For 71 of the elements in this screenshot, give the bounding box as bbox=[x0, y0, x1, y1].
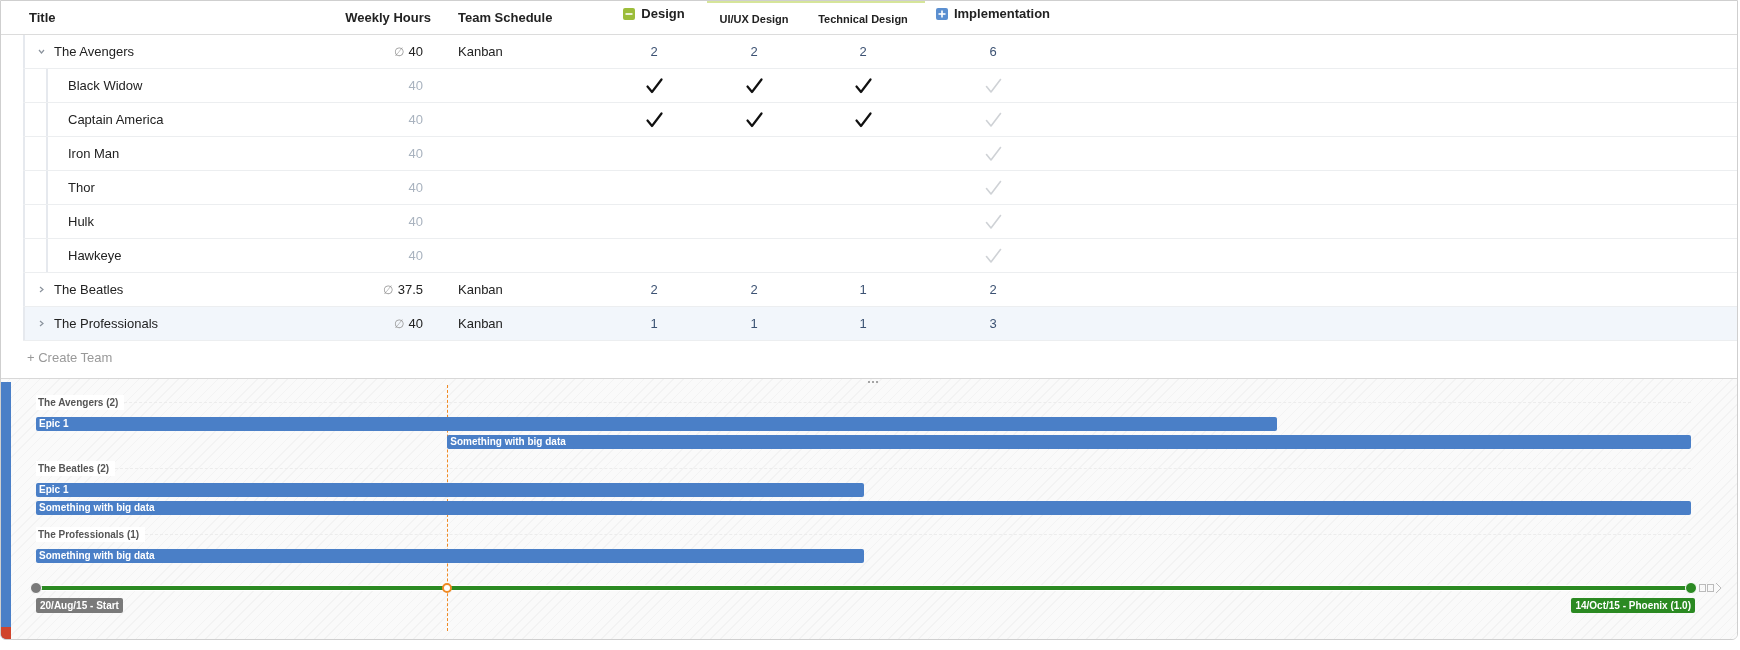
weekly-hours: 40 bbox=[408, 44, 423, 59]
milestone-label: 20/Aug/15 - Start bbox=[36, 598, 123, 613]
weekly-hours: 40 bbox=[408, 78, 423, 93]
column-header[interactable]: Implementation bbox=[953, 6, 1051, 21]
column-header[interactable]: Technical Design bbox=[818, 12, 908, 25]
team-row[interactable]: The Professionals ∅ 40 Kanban 1 1 1 3 bbox=[23, 307, 1737, 341]
column-header[interactable]: Title bbox=[29, 10, 56, 25]
team-schedule: Kanban bbox=[458, 316, 503, 331]
member-name: Black Widow bbox=[68, 78, 143, 93]
team-name: The Avengers bbox=[54, 44, 134, 59]
resize-grip-icon[interactable] bbox=[867, 380, 879, 384]
weekly-hours: 40 bbox=[408, 316, 423, 331]
count: 3 bbox=[989, 316, 997, 331]
weekly-hours: 40 bbox=[408, 180, 423, 195]
count: 6 bbox=[989, 44, 997, 59]
member-row[interactable]: Thor 40 bbox=[23, 171, 1737, 205]
count: 2 bbox=[989, 282, 997, 297]
epic-bar[interactable]: Something with big data bbox=[36, 549, 864, 563]
count: 2 bbox=[750, 44, 758, 59]
count: 1 bbox=[750, 316, 758, 331]
member-row[interactable]: Captain America 40 bbox=[23, 103, 1737, 137]
team-schedule: Kanban bbox=[458, 282, 503, 297]
team-row[interactable]: The Avengers ∅ 40 Kanban 2 2 2 6 bbox=[23, 35, 1737, 69]
milestone-knob[interactable] bbox=[1685, 582, 1697, 594]
member-name: Thor bbox=[68, 180, 95, 195]
average-symbol: ∅ bbox=[393, 316, 404, 331]
weekly-hours: 40 bbox=[408, 214, 423, 229]
group-title: The Beatles (2) bbox=[36, 460, 116, 476]
count: 2 bbox=[650, 282, 658, 297]
column-header[interactable]: Design bbox=[641, 6, 685, 21]
member-name: Captain America bbox=[68, 112, 164, 127]
team-name: The Beatles bbox=[54, 282, 124, 297]
member-row[interactable]: Black Widow 40 bbox=[23, 69, 1737, 103]
column-header[interactable]: Team Schedule bbox=[458, 10, 553, 25]
milestone-knob[interactable] bbox=[30, 582, 42, 594]
member-name: Hulk bbox=[68, 214, 94, 229]
weekly-hours: 40 bbox=[408, 112, 423, 127]
column-header[interactable]: Weekly Hours bbox=[345, 10, 431, 25]
average-symbol: ∅ bbox=[382, 282, 393, 297]
epic-bar[interactable]: Epic 1 bbox=[36, 483, 864, 497]
count: 2 bbox=[859, 44, 867, 59]
epic-bar[interactable]: Epic 1 bbox=[36, 417, 1278, 431]
milestone-label: 14/Oct/15 - Phoenix (1.0) bbox=[1571, 598, 1695, 613]
chevron-right-icon[interactable] bbox=[37, 319, 46, 328]
group-title: The Professionals (1) bbox=[36, 526, 146, 542]
weekly-hours: 40 bbox=[408, 248, 423, 263]
member-row[interactable]: Hawkeye 40 bbox=[23, 239, 1737, 273]
member-name: Hawkeye bbox=[68, 248, 122, 263]
expand-icon[interactable] bbox=[935, 7, 948, 20]
team-schedule: Kanban bbox=[458, 44, 503, 59]
track-controls-icon[interactable] bbox=[1699, 582, 1723, 594]
epic-bar[interactable]: Something with big data bbox=[447, 435, 1691, 449]
count: 1 bbox=[859, 282, 867, 297]
team-name: The Professionals bbox=[54, 316, 159, 331]
chevron-down-icon[interactable] bbox=[37, 47, 46, 56]
epic-bar[interactable]: Something with big data bbox=[36, 501, 1691, 515]
count: 1 bbox=[859, 316, 867, 331]
chevron-right-icon[interactable] bbox=[37, 285, 46, 294]
member-row[interactable]: Iron Man 40 bbox=[23, 137, 1737, 171]
member-name: Iron Man bbox=[68, 146, 120, 161]
count: 1 bbox=[650, 316, 658, 331]
count: 2 bbox=[650, 44, 658, 59]
column-header[interactable]: UI/UX Design bbox=[719, 12, 789, 25]
today-knob[interactable] bbox=[442, 583, 453, 593]
weekly-hours: 40 bbox=[408, 146, 423, 161]
average-symbol: ∅ bbox=[393, 44, 404, 59]
member-row[interactable]: Hulk 40 bbox=[23, 205, 1737, 239]
count: 2 bbox=[750, 282, 758, 297]
group-title: The Avengers (2) bbox=[36, 394, 125, 410]
collapse-icon[interactable] bbox=[623, 7, 636, 20]
weekly-hours: 37.5 bbox=[397, 282, 423, 297]
